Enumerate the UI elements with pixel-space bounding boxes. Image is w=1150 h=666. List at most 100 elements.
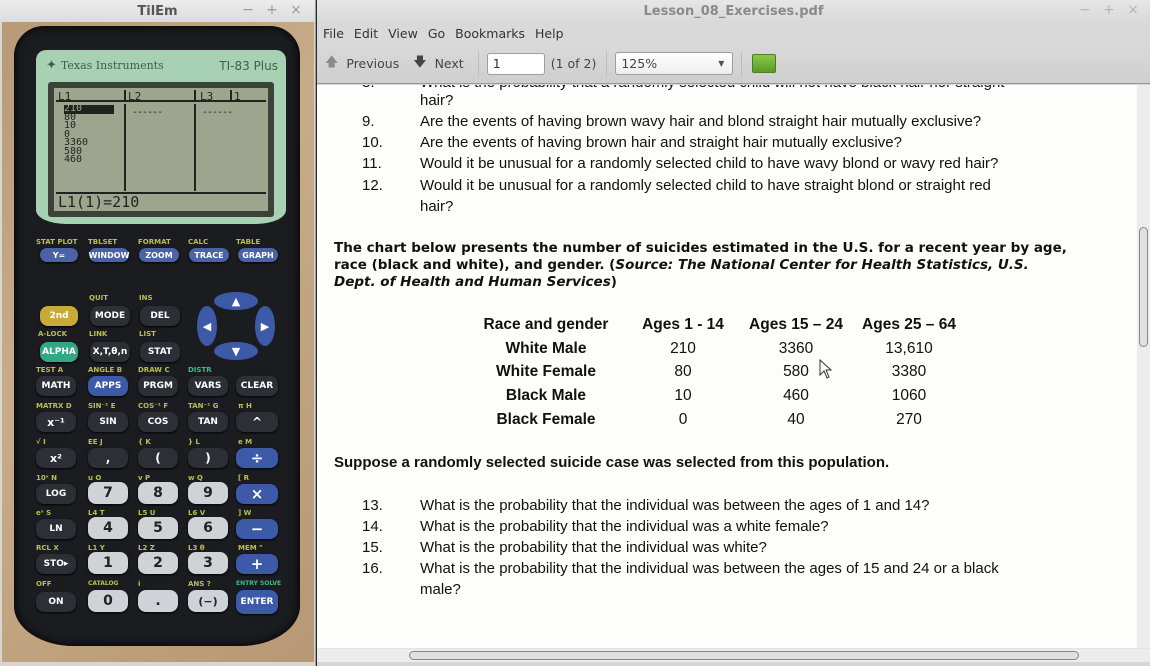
suppose-statement: Suppose a randomly selected suicide case… — [334, 454, 890, 471]
dpad-down[interactable]: ▼ — [214, 342, 258, 360]
key-zoom[interactable]: ZOOM — [139, 248, 179, 262]
maximize-button[interactable]: + — [265, 2, 279, 18]
lcd-screen[interactable]: L1 L2 L3 1 210 80 10 0 3360 580 460 ----… — [54, 88, 268, 211]
list-headers: L1 L2 L3 1 — [56, 90, 266, 103]
folder-icon[interactable] — [752, 54, 777, 73]
key-vars[interactable]: VARS — [188, 376, 228, 396]
key-y-equals[interactable]: Y= — [40, 248, 78, 262]
key-negative[interactable]: (−) — [188, 590, 228, 612]
toolbar-separator — [741, 51, 743, 76]
vertical-scroll-thumb[interactable] — [1139, 227, 1148, 347]
key-sin[interactable]: SIN — [88, 412, 128, 432]
arrow-down-icon: ▼ — [231, 344, 241, 358]
close-button[interactable]: × — [1126, 2, 1140, 18]
menu-edit[interactable]: Edit — [354, 26, 378, 41]
vertical-scrollbar[interactable] — [1137, 85, 1150, 648]
key-enter[interactable]: ENTER — [236, 590, 278, 614]
key-square[interactable]: x² — [36, 448, 76, 468]
pdf-viewer-window: Lesson_08_Exercises.pdf − + × File Edit … — [317, 0, 1150, 666]
l1-value: 10 — [64, 120, 77, 131]
key-subtract[interactable]: − — [236, 519, 278, 539]
key-math[interactable]: MATH — [36, 376, 76, 396]
key-comma[interactable]: , — [88, 448, 128, 468]
dpad-up[interactable]: ▲ — [214, 292, 258, 310]
next-button[interactable]: 🡇 Next — [413, 53, 464, 75]
key-3[interactable]: 3 — [188, 552, 228, 574]
table-header-row: Race and gender Ages 1 - 14 Ages 15 – 24… — [467, 313, 967, 337]
key-ln[interactable]: LN — [36, 519, 76, 539]
arrow-left-icon: ◀ — [202, 319, 212, 333]
key-4[interactable]: 4 — [88, 517, 128, 539]
menu-go[interactable]: Go — [428, 26, 445, 41]
horizontal-scroll-thumb[interactable] — [409, 651, 1079, 660]
menu-bookmarks[interactable]: Bookmarks — [455, 26, 525, 41]
table-row: White Male 210 3360 13,610 — [505, 339, 933, 357]
key-close-paren[interactable]: ) — [188, 448, 228, 468]
menu-help[interactable]: Help — [535, 26, 564, 41]
key-divide[interactable]: ÷ — [236, 448, 278, 468]
key-on[interactable]: ON — [36, 592, 76, 612]
key-store[interactable]: STO▸ — [36, 554, 76, 574]
calculator-skin: ✦ Texas Instruments TI-83 Plus L1 L2 L3 1 — [2, 22, 314, 662]
key-add[interactable]: + — [236, 554, 278, 574]
close-button[interactable]: × — [289, 2, 303, 18]
key-xttn[interactable]: X,T,θ,n — [90, 342, 130, 362]
minimize-button[interactable]: − — [241, 2, 255, 18]
key-log[interactable]: LOG — [36, 484, 76, 504]
key-del[interactable]: DEL — [140, 306, 180, 326]
previous-button[interactable]: 🡅 Previous — [325, 53, 399, 75]
key-power[interactable]: ^ — [236, 412, 278, 432]
dpad: ▲ ▼ ◀ ▶ — [197, 290, 287, 362]
menu-file[interactable]: File — [323, 26, 344, 41]
key-clear[interactable]: CLEAR — [236, 376, 278, 396]
zoom-dropdown[interactable]: 125% ▼ — [615, 52, 734, 75]
key-2[interactable]: 2 — [138, 552, 178, 574]
key-9[interactable]: 9 — [188, 482, 228, 504]
key-1[interactable]: 1 — [88, 552, 128, 574]
arrow-down-icon: 🡇 — [413, 54, 427, 70]
key-stat[interactable]: STAT — [140, 342, 180, 362]
key-multiply[interactable]: × — [236, 484, 278, 504]
key-alpha[interactable]: ALPHA — [40, 342, 78, 362]
menu-view[interactable]: View — [388, 26, 418, 41]
maximize-button[interactable]: + — [1102, 2, 1116, 18]
l2-empty: ------ — [132, 107, 163, 118]
key-inverse[interactable]: x⁻¹ — [36, 412, 76, 432]
column-index: 1 — [230, 90, 264, 103]
document-title: Lesson_08_Exercises.pdf — [643, 3, 824, 19]
key-open-paren[interactable]: ( — [138, 448, 178, 468]
key-6[interactable]: 6 — [188, 517, 228, 539]
page-number-input[interactable] — [486, 52, 545, 75]
key-apps[interactable]: APPS — [88, 376, 128, 396]
l1-value: 460 — [64, 154, 83, 165]
key-trace[interactable]: TRACE — [189, 248, 229, 262]
key-tan[interactable]: TAN — [188, 412, 228, 432]
key-2nd[interactable]: 2nd — [40, 306, 78, 326]
key-mode[interactable]: MODE — [90, 306, 130, 326]
dpad-right[interactable]: ▶ — [255, 306, 275, 346]
key-window[interactable]: WINDOW — [89, 248, 129, 262]
l3-header: L3 1 — [194, 90, 266, 103]
key-5[interactable]: 5 — [138, 517, 178, 539]
key-8[interactable]: 8 — [138, 482, 178, 504]
key-prgm[interactable]: PRGM — [138, 376, 178, 396]
tilem-titlebar: TilEm − + × — [0, 0, 315, 22]
key-0[interactable]: 0 — [88, 590, 128, 612]
mouse-cursor-icon — [819, 359, 833, 379]
key-cos[interactable]: COS — [138, 412, 178, 432]
key-7[interactable]: 7 — [88, 482, 128, 504]
texas-logo-icon: ✦ — [46, 58, 57, 73]
tilem-window: TilEm − + × ✦ Texas Instruments TI-83 Plu… — [0, 0, 316, 666]
dpad-left[interactable]: ◀ — [197, 306, 217, 346]
key-decimal[interactable]: . — [138, 590, 178, 612]
minimize-button[interactable]: − — [1078, 2, 1092, 18]
l3-empty: ------ — [202, 107, 233, 118]
suicide-table: Race and gender Ages 1 - 14 Ages 15 – 24… — [467, 313, 967, 431]
key-graph[interactable]: GRAPH — [238, 248, 278, 262]
horizontal-scrollbar[interactable] — [317, 648, 1150, 662]
status-line: L1(1)=210 — [56, 192, 266, 211]
zoom-value: 125% — [621, 56, 658, 71]
toolbar-separator — [477, 51, 479, 76]
chevron-down-icon: ▼ — [718, 59, 725, 68]
screen-bezel: ✦ Texas Instruments TI-83 Plus L1 L2 L3 1 — [36, 50, 286, 224]
